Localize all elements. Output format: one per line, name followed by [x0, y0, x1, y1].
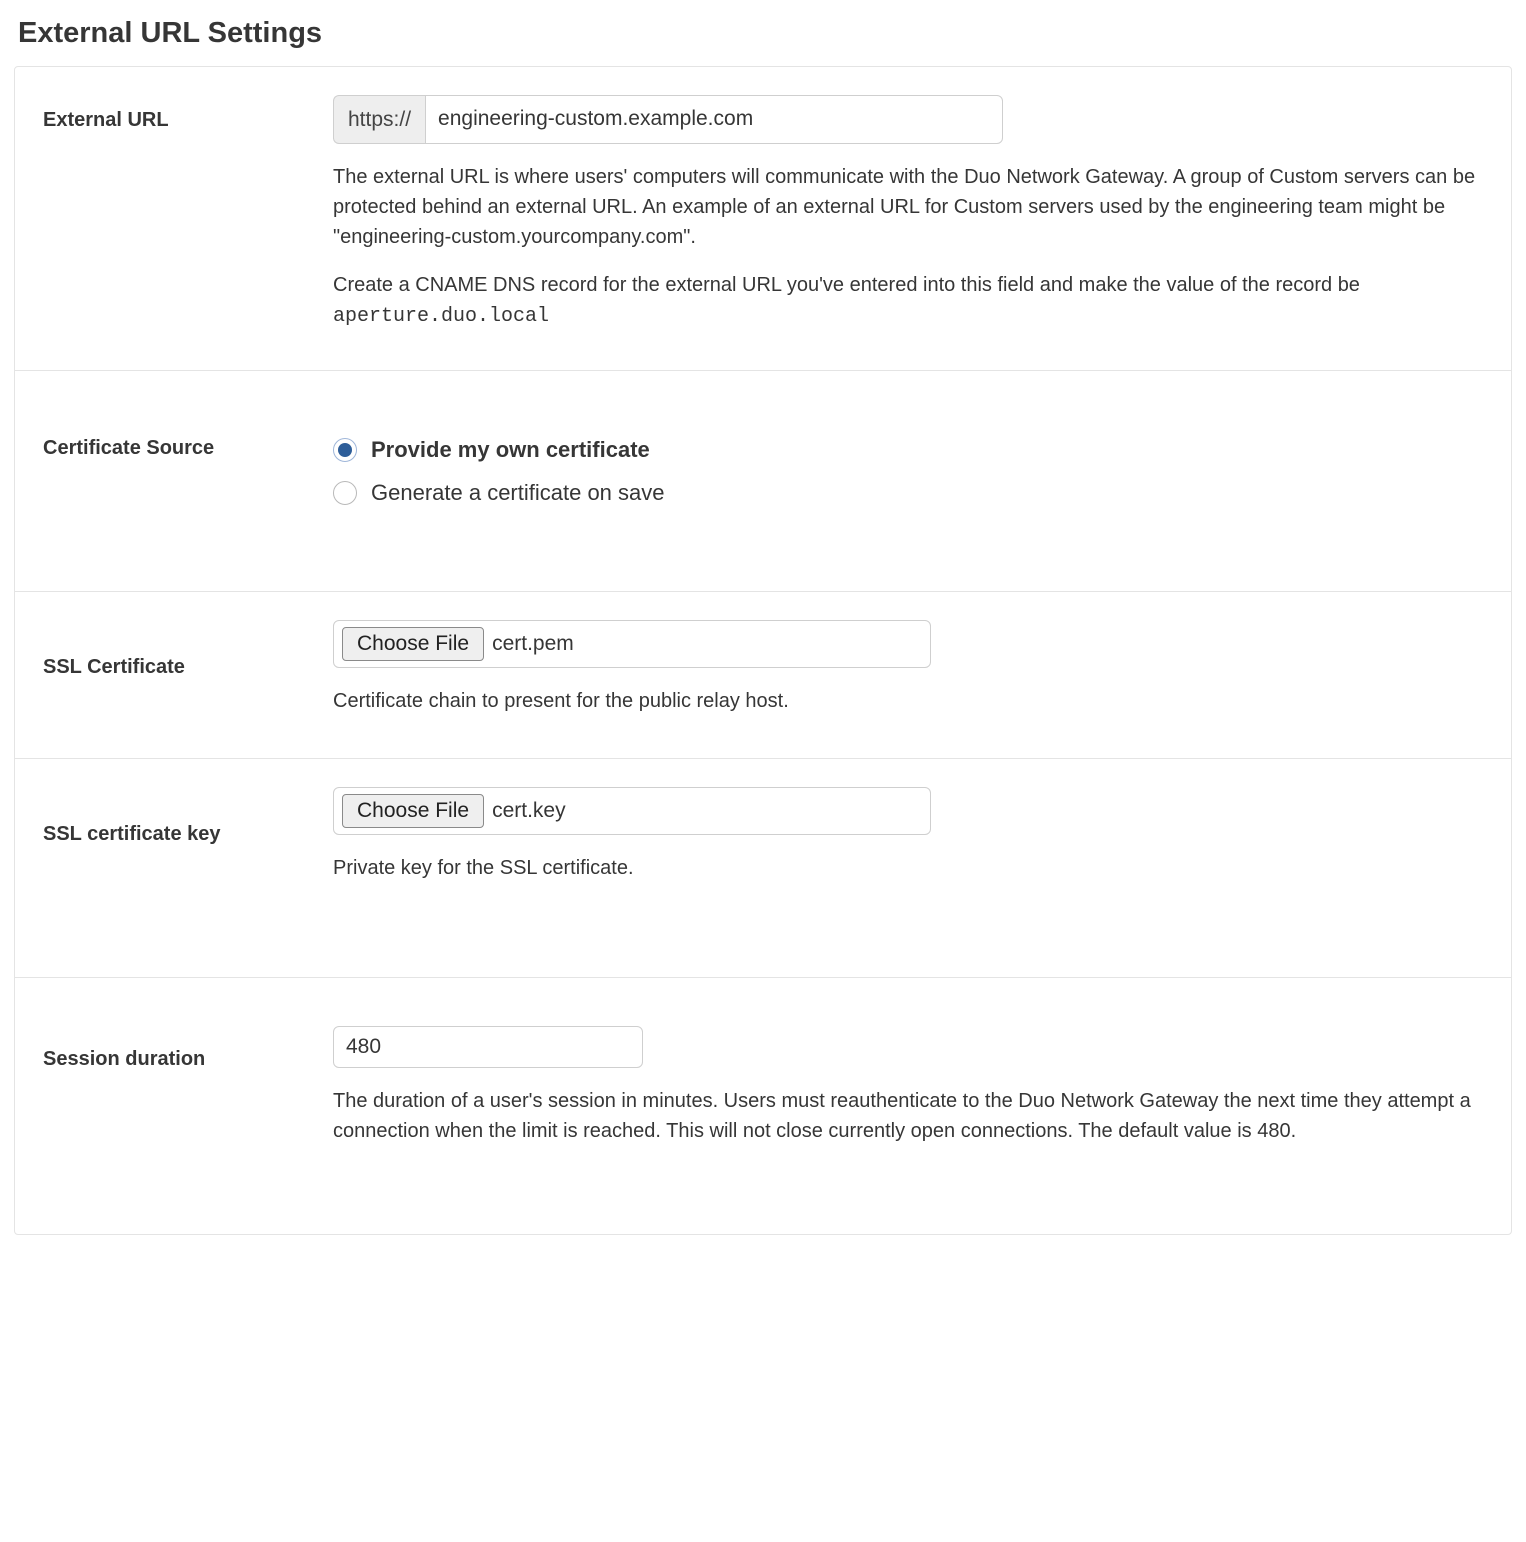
- ssl-certificate-key-label: SSL certificate key: [43, 787, 333, 883]
- ssl-certificate-key-control: Choose File cert.key Private key for the…: [333, 787, 1483, 883]
- ssl-certificate-label: SSL Certificate: [43, 620, 333, 716]
- row-ssl-certificate-key: SSL certificate key Choose File cert.key…: [15, 759, 1511, 978]
- external-url-help-2: Create a CNAME DNS record for the extern…: [333, 270, 1483, 332]
- cert-source-option-own-label: Provide my own certificate: [371, 433, 650, 466]
- settings-panel: External URL https:// The external URL i…: [14, 66, 1512, 1236]
- radio-icon[interactable]: [333, 481, 357, 505]
- session-duration-label: Session duration: [43, 1026, 333, 1146]
- row-external-url: External URL https:// The external URL i…: [15, 67, 1511, 372]
- ssl-certificate-key-file-input[interactable]: Choose File cert.key: [333, 787, 931, 835]
- ssl-certificate-key-help: Private key for the SSL certificate.: [333, 853, 1483, 883]
- session-duration-input[interactable]: [333, 1026, 643, 1068]
- ssl-certificate-filename: cert.pem: [492, 628, 574, 660]
- ssl-certificate-control: Choose File cert.pem Certificate chain t…: [333, 620, 1483, 716]
- external-url-help-2-code: aperture.duo.local: [333, 305, 549, 328]
- cert-source-option-generate[interactable]: Generate a certificate on save: [333, 476, 1483, 509]
- cert-source-option-own[interactable]: Provide my own certificate: [333, 433, 1483, 466]
- external-url-input[interactable]: [425, 95, 1003, 145]
- external-url-help-1: The external URL is where users' compute…: [333, 162, 1483, 252]
- radio-icon[interactable]: [333, 438, 357, 462]
- ssl-certificate-key-filename: cert.key: [492, 795, 566, 827]
- session-duration-control: The duration of a user's session in minu…: [333, 1026, 1483, 1146]
- session-duration-help: The duration of a user's session in minu…: [333, 1086, 1483, 1146]
- section-title: External URL Settings: [18, 12, 1512, 56]
- choose-file-button[interactable]: Choose File: [342, 794, 484, 828]
- ssl-certificate-help: Certificate chain to present for the pub…: [333, 686, 1483, 716]
- certificate-source-control: Provide my own certificate Generate a ce…: [333, 427, 1483, 519]
- row-session-duration: Session duration The duration of a user'…: [15, 978, 1511, 1234]
- external-url-label: External URL: [43, 95, 333, 333]
- external-url-control: https:// The external URL is where users…: [333, 95, 1483, 333]
- cert-source-option-generate-label: Generate a certificate on save: [371, 476, 665, 509]
- choose-file-button[interactable]: Choose File: [342, 627, 484, 661]
- row-ssl-certificate: SSL Certificate Choose File cert.pem Cer…: [15, 592, 1511, 759]
- external-url-input-group: https://: [333, 95, 1003, 145]
- external-url-help-2-text: Create a CNAME DNS record for the extern…: [333, 274, 1360, 296]
- ssl-certificate-file-input[interactable]: Choose File cert.pem: [333, 620, 931, 668]
- row-certificate-source: Certificate Source Provide my own certif…: [15, 371, 1511, 592]
- external-url-prefix: https://: [333, 95, 425, 145]
- certificate-source-label: Certificate Source: [43, 427, 333, 519]
